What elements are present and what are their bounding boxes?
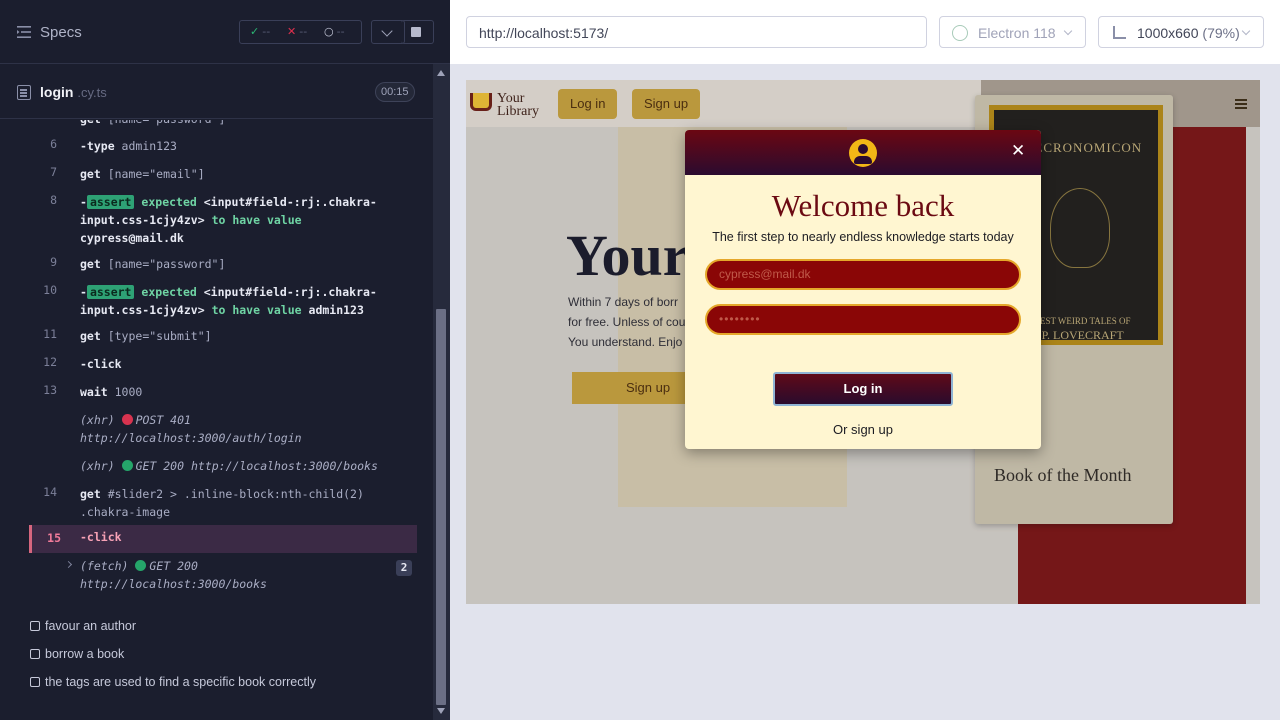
ruler-icon bbox=[1113, 26, 1126, 39]
pending-test-icon bbox=[30, 677, 40, 687]
aut-toolbar: http://localhost:5173/ Electron 118 1000… bbox=[450, 0, 1280, 64]
email-field[interactable]: cypress@mail.dk bbox=[705, 259, 1021, 290]
chevron-down-icon bbox=[1063, 26, 1073, 36]
password-field[interactable]: •••••••• bbox=[705, 304, 1021, 335]
expand-chevron-icon[interactable] bbox=[64, 560, 73, 569]
assert-badge: assert bbox=[86, 285, 135, 299]
viewport-selector[interactable]: 1000x660 (79%) bbox=[1098, 16, 1264, 48]
stop-button[interactable] bbox=[401, 20, 434, 44]
browser-selector[interactable]: Electron 118 bbox=[939, 16, 1086, 48]
login-modal: ✕ Welcome back The first step to nearly … bbox=[685, 130, 1041, 449]
specs-header: Specs ✓ -- ✕ -- ○ -- bbox=[0, 0, 450, 64]
command-log-scrollbar[interactable] bbox=[433, 64, 450, 720]
collapse-toggle-button[interactable] bbox=[371, 20, 405, 44]
spec-duration: 00:15 bbox=[375, 82, 415, 102]
login-button[interactable]: Log in bbox=[773, 372, 953, 406]
electron-icon bbox=[952, 25, 968, 41]
failed-stat: ✕ -- bbox=[287, 25, 308, 38]
spec-file-header[interactable]: login .cy.ts 00:15 bbox=[0, 65, 433, 119]
modal-title: Welcome back bbox=[771, 188, 955, 223]
pending-circle-icon: ○ bbox=[324, 25, 334, 38]
specs-menu-icon[interactable] bbox=[17, 26, 31, 38]
command-log: get [name="password"] 6 -type admin123 7… bbox=[0, 120, 433, 600]
request-count-badge: 2 bbox=[396, 560, 412, 576]
close-icon[interactable]: ✕ bbox=[1011, 141, 1025, 161]
test-stats: ✓ -- ✕ -- ○ -- bbox=[239, 20, 362, 44]
pending-test-icon bbox=[30, 621, 40, 631]
modal-subtitle: The first step to nearly endless knowled… bbox=[712, 230, 1014, 244]
pending-stat: ○ -- bbox=[324, 25, 345, 38]
aut-panel: http://localhost:5173/ Electron 118 1000… bbox=[450, 0, 1280, 720]
chevron-down-icon bbox=[381, 25, 393, 37]
check-icon: ✓ bbox=[250, 25, 260, 38]
success-status-icon bbox=[121, 460, 133, 471]
cypress-runner-panel: Specs ✓-- ✕-- ○-- login .cy.ts 00:15 get… bbox=[0, 0, 450, 720]
document-icon bbox=[17, 85, 31, 100]
scroll-down-icon[interactable] bbox=[437, 708, 445, 714]
active-command-row[interactable]: 15 -click bbox=[29, 525, 417, 553]
chevron-down-icon bbox=[1241, 26, 1251, 36]
success-status-icon bbox=[135, 560, 147, 571]
pending-test-icon bbox=[30, 649, 40, 659]
user-avatar-icon bbox=[849, 139, 877, 167]
specs-title[interactable]: Specs bbox=[40, 24, 82, 41]
scrollbar-thumb[interactable] bbox=[436, 309, 446, 705]
url-bar[interactable]: http://localhost:5173/ bbox=[466, 16, 927, 48]
passed-stat: ✓ -- bbox=[250, 25, 271, 38]
scroll-up-icon[interactable] bbox=[437, 70, 445, 76]
signup-link[interactable]: Or sign up bbox=[685, 422, 1041, 437]
spec-file-name: login .cy.ts bbox=[40, 84, 107, 100]
error-status-icon bbox=[121, 414, 133, 425]
modal-header: ✕ bbox=[685, 130, 1041, 175]
assert-badge: assert bbox=[86, 195, 135, 209]
stop-icon bbox=[411, 27, 421, 37]
app-viewport: Your Library Log in Sign up Your Within 7… bbox=[466, 80, 1260, 604]
cross-icon: ✕ bbox=[287, 25, 297, 38]
